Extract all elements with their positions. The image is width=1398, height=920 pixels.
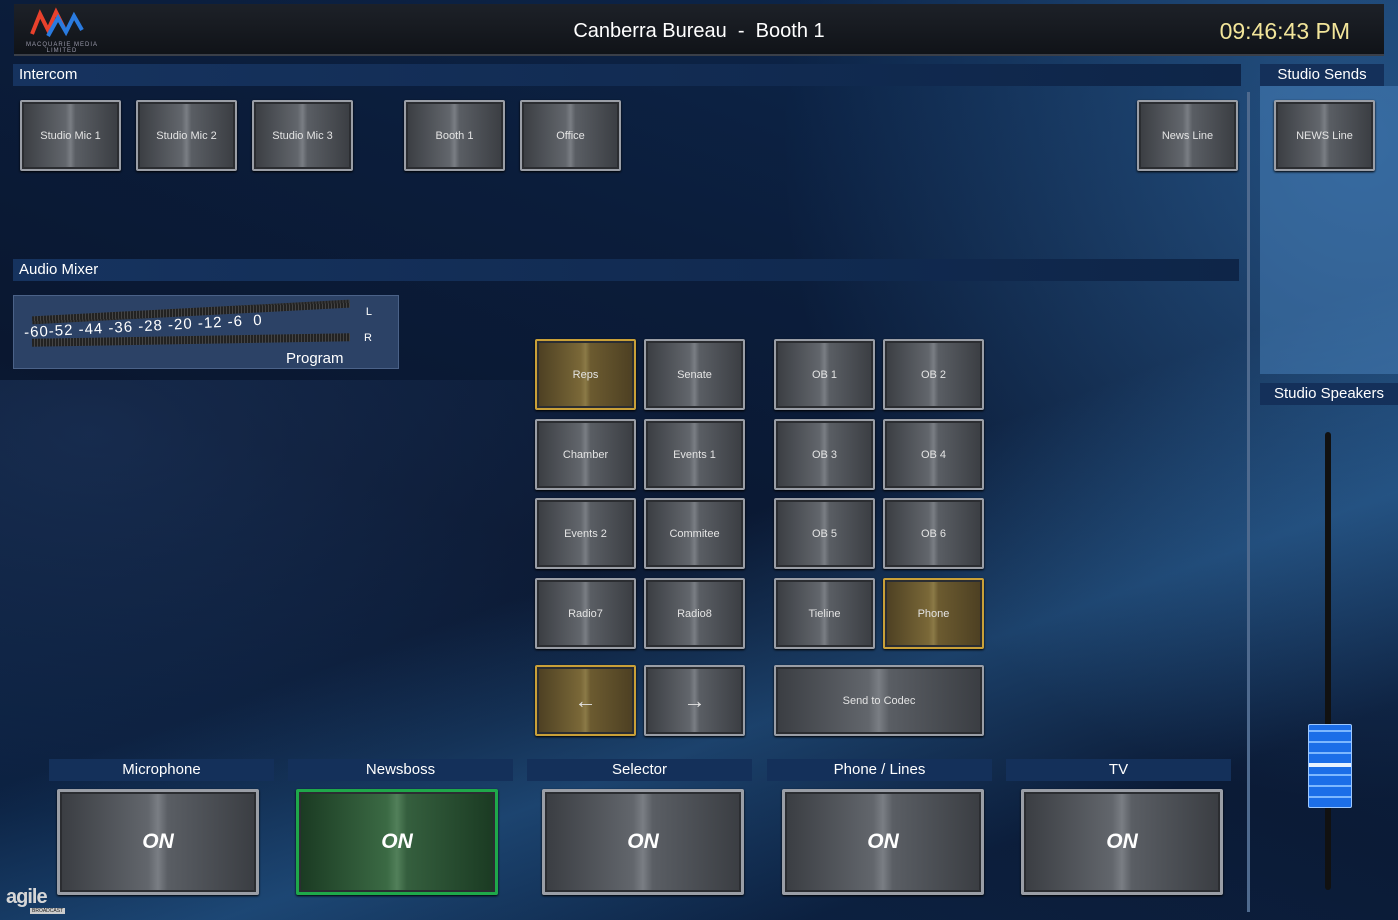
source-phone-button[interactable]: Phone xyxy=(883,578,984,649)
arrow-right-icon: → xyxy=(683,687,706,713)
intercom-label: Intercom xyxy=(19,66,78,83)
agile-logo: agile xyxy=(6,886,48,908)
source-ob-4-button[interactable]: OB 4 xyxy=(883,419,984,490)
clock: 09:46:43 PM xyxy=(1219,18,1350,44)
source-events-1-button[interactable]: Events 1 xyxy=(644,419,745,490)
source-radio7-button[interactable]: Radio7 xyxy=(535,578,636,649)
channel-newsboss-label: Newsboss xyxy=(288,759,513,781)
channel-microphone-on-button[interactable]: ON xyxy=(57,789,259,895)
studio-speakers-label: Studio Speakers xyxy=(1260,383,1398,405)
source-radio8-button[interactable]: Radio8 xyxy=(644,578,745,649)
meter-left-channel-label: L xyxy=(365,306,372,318)
prev-page-button[interactable]: ← xyxy=(535,665,636,736)
next-page-button[interactable]: → xyxy=(644,665,745,736)
source-ob-5-button[interactable]: OB 5 xyxy=(774,498,875,569)
side-divider xyxy=(1247,92,1250,912)
program-level-meter: -60-52 -44 -36 -28 -20 -12 -6 0 L R Prog… xyxy=(13,295,399,369)
source-senate-button[interactable]: Senate xyxy=(644,339,745,410)
source-ob-6-button[interactable]: OB 6 xyxy=(883,498,984,569)
intercom-studio-mic-1-button[interactable]: Studio Mic 1 xyxy=(20,100,121,171)
intercom-studio-mic-3-button[interactable]: Studio Mic 3 xyxy=(252,100,353,171)
intercom-studio-mic-2-button[interactable]: Studio Mic 2 xyxy=(136,100,237,171)
intercom-section-header: Intercom xyxy=(13,64,1241,86)
audio-mixer-label: Audio Mixer xyxy=(19,261,99,278)
channel-phone-lines-label: Phone / Lines xyxy=(767,759,992,781)
studio-sends-news-line-button[interactable]: NEWS Line xyxy=(1274,100,1375,171)
source-ob-2-button[interactable]: OB 2 xyxy=(883,339,984,410)
meter-program-label: Program xyxy=(286,350,344,367)
meter-right-channel-label: R xyxy=(364,332,372,344)
source-chamber-button[interactable]: Chamber xyxy=(535,419,636,490)
channel-tv-label: TV xyxy=(1006,759,1231,781)
channel-tv-on-button[interactable]: ON xyxy=(1021,789,1223,895)
intercom-booth-1-button[interactable]: Booth 1 xyxy=(404,100,505,171)
channel-newsboss-on-button[interactable]: ON xyxy=(296,789,498,895)
agile-logo-sub: BROADCAST xyxy=(30,908,66,914)
header-bar: MACQUARIE MEDIA LIMITED Canberra Bureau … xyxy=(14,4,1384,56)
intercom-news-line-button[interactable]: News Line xyxy=(1137,100,1238,171)
source-ob-1-button[interactable]: OB 1 xyxy=(774,339,875,410)
source-tieline-button[interactable]: Tieline xyxy=(774,578,875,649)
source-reps-button[interactable]: Reps xyxy=(535,339,636,410)
intercom-office-button[interactable]: Office xyxy=(520,100,621,171)
studio-speakers-fader-track[interactable] xyxy=(1325,432,1331,890)
studio-sends-label: Studio Sends xyxy=(1260,64,1384,86)
studio-speakers-fader-handle[interactable] xyxy=(1308,723,1352,808)
channel-microphone-label: Microphone xyxy=(49,759,274,781)
source-commitee-button[interactable]: Commitee xyxy=(644,498,745,569)
page-title: Canberra Bureau - Booth 1 xyxy=(573,20,825,42)
audio-mixer-section-header: Audio Mixer xyxy=(13,259,1239,281)
arrow-left-icon: ← xyxy=(574,687,597,713)
source-ob-3-button[interactable]: OB 3 xyxy=(774,419,875,490)
source-events-2-button[interactable]: Events 2 xyxy=(535,498,636,569)
channel-selector-label: Selector xyxy=(527,759,752,781)
channel-phone-lines-on-button[interactable]: ON xyxy=(782,789,984,895)
channel-selector-on-button[interactable]: ON xyxy=(542,789,744,895)
send-to-codec-button[interactable]: Send to Codec xyxy=(774,665,984,736)
